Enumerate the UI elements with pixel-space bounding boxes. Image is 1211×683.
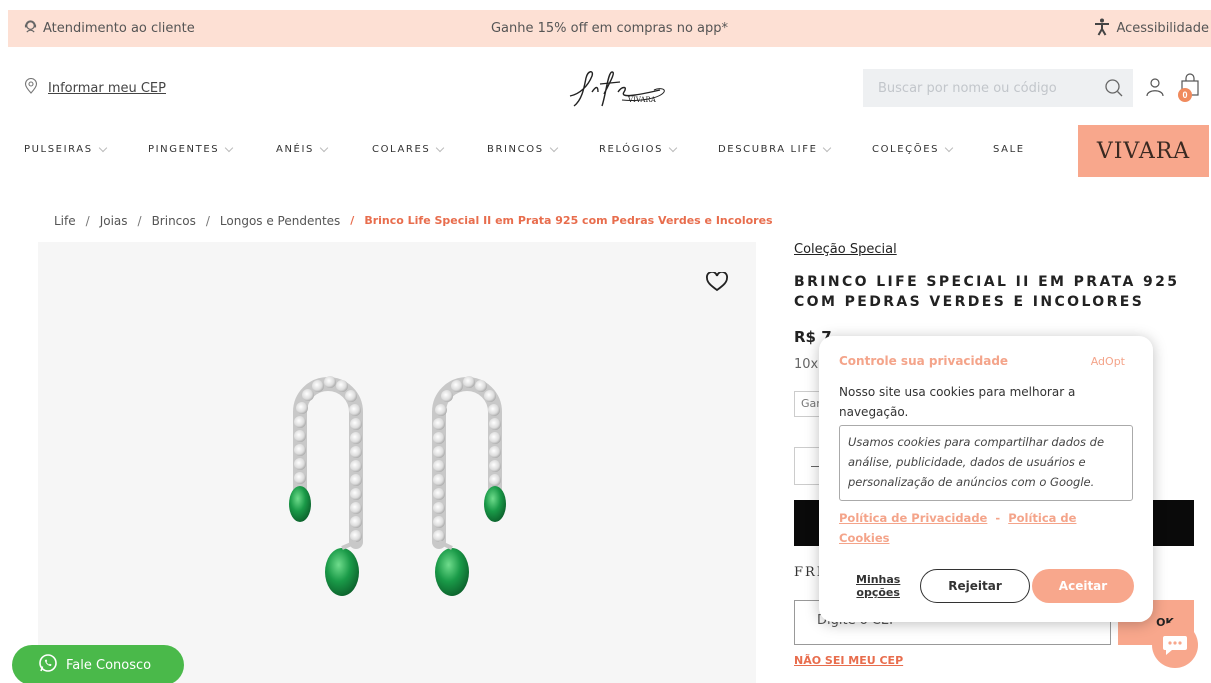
location-pin-icon <box>24 78 38 98</box>
user-icon[interactable] <box>1145 77 1165 102</box>
heart-icon[interactable] <box>706 271 728 297</box>
nav-item-colecoes[interactable]: COLEÇÕES <box>872 143 954 155</box>
nav-item-pingentes[interactable]: PINGENTES <box>148 143 234 155</box>
accept-button[interactable]: Aceitar <box>1032 569 1134 603</box>
top-bar: Atendimento ao cliente Ganhe 15% off em … <box>8 10 1211 47</box>
nav-item-label: SALE <box>993 144 1025 155</box>
accessibility-link[interactable]: Acessibilidade <box>1094 18 1209 40</box>
breadcrumb-item-brincos[interactable]: Brincos <box>152 214 196 228</box>
breadcrumb-separator: / <box>137 214 142 228</box>
link-spacer <box>1000 511 1004 525</box>
cart-count-badge: 0 <box>1178 88 1192 102</box>
my-options-label-2: opções <box>856 586 900 599</box>
breadcrumb-separator: / <box>85 214 90 228</box>
adopt-brand[interactable]: AdOpt <box>1091 355 1125 368</box>
privacy-modal-title: Controle sua privacidade <box>839 354 1009 368</box>
nav-item-label: COLARES <box>372 144 431 155</box>
nav-item-label: COLEÇÕES <box>872 144 940 155</box>
nav-item-label: ANÉIS <box>276 144 314 155</box>
chat-icon[interactable] <box>1152 622 1198 668</box>
nav-item-label: BRINCOS <box>487 144 544 155</box>
nav-item-label: RELÓGIOS <box>599 144 664 155</box>
vivara-brand-button[interactable]: VIVARA <box>1078 125 1209 177</box>
promo-text[interactable]: Ganhe 15% off em compras no app* <box>491 21 728 36</box>
nav-item-pulseiras[interactable]: PULSEIRAS <box>24 143 107 155</box>
search-icon[interactable] <box>1095 78 1133 98</box>
nav-item-label: PINGENTES <box>148 144 220 155</box>
customer-support-label: Atendimento ao cliente <box>43 21 195 36</box>
breadcrumb: Life / Joias / Brincos / Longos e Penden… <box>54 214 773 228</box>
chevron-down-icon <box>823 143 832 152</box>
life-vivara-logo[interactable]: VIVARA <box>560 64 670 110</box>
support-agent-icon <box>24 20 37 37</box>
privacy-modal-details: Usamos cookies para compartilhar dados d… <box>839 425 1133 501</box>
left-earring <box>289 376 363 596</box>
search-bar[interactable]: Buscar por nome ou código <box>863 69 1133 107</box>
breadcrumb-item-life[interactable]: Life <box>54 214 76 228</box>
breadcrumb-item-longos[interactable]: Longos e Pendentes <box>220 214 340 228</box>
whatsapp-icon <box>38 653 58 677</box>
installments-text: 10x <box>794 357 819 372</box>
nav-item-relogios[interactable]: RELÓGIOS <box>599 143 678 155</box>
chevron-down-icon <box>549 143 558 152</box>
chevron-down-icon <box>98 143 107 152</box>
earrings-illustration <box>289 376 506 596</box>
nav-item-label: DESCUBRA LIFE <box>718 144 818 155</box>
inform-cep-link[interactable]: Informar meu CEP <box>24 78 166 98</box>
nav-item-colares[interactable]: COLARES <box>372 143 445 155</box>
nav-item-sale[interactable]: SALE <box>993 144 1025 155</box>
customer-support-link[interactable]: Atendimento ao cliente <box>24 20 195 37</box>
accessibility-label: Acessibilidade <box>1116 21 1209 36</box>
privacy-links: Política de Privacidade - Política de Co… <box>839 508 1129 548</box>
right-earring <box>432 376 506 596</box>
fale-conosco-label: Fale Conosco <box>66 657 152 673</box>
chevron-down-icon <box>224 143 234 152</box>
fale-conosco-button[interactable]: Fale Conosco <box>12 645 184 683</box>
nav-item-descubra-life[interactable]: DESCUBRA LIFE <box>718 143 832 155</box>
nav-item-brincos[interactable]: BRINCOS <box>487 143 558 155</box>
inform-cep-label: Informar meu CEP <box>48 80 166 96</box>
main-nav: PULSEIRAS PINGENTES ANÉIS COLARES BRINCO… <box>0 124 1211 178</box>
no-cep-link[interactable]: NÃO SEI MEU CEP <box>794 654 903 667</box>
privacy-modal: Controle sua privacidade AdOpt Nosso sit… <box>819 336 1153 622</box>
breadcrumb-separator: / <box>205 214 210 228</box>
chevron-down-icon <box>319 143 329 152</box>
my-options-label-1: Minhas <box>856 573 901 586</box>
breadcrumb-separator: / <box>350 214 355 227</box>
vivara-brand-label: VIVARA <box>1096 138 1191 164</box>
nav-item-label: PULSEIRAS <box>24 144 93 155</box>
product-image[interactable] <box>38 242 756 683</box>
search-input[interactable]: Buscar por nome ou código <box>878 81 1095 96</box>
collection-link[interactable]: Coleção Special <box>794 242 897 257</box>
privacy-policy-link[interactable]: Política de Privacidade <box>839 511 987 525</box>
privacy-modal-text: Nosso site usa cookies para melhorar a n… <box>839 385 1076 419</box>
reject-button[interactable]: Rejeitar <box>920 569 1030 603</box>
logo-sub-text: VIVARA <box>627 96 657 104</box>
my-options-button[interactable]: Minhas opções <box>856 573 900 599</box>
accessibility-icon <box>1094 18 1110 40</box>
breadcrumb-current: Brinco Life Special II em Prata 925 com … <box>364 214 773 227</box>
chevron-down-icon <box>944 143 954 152</box>
chevron-down-icon <box>436 143 445 152</box>
product-title: BRINCO LIFE SPECIAL II EM PRATA 925 COM … <box>794 274 1180 310</box>
chevron-down-icon <box>668 143 678 152</box>
nav-item-aneis[interactable]: ANÉIS <box>276 143 329 155</box>
breadcrumb-item-joias[interactable]: Joias <box>100 214 128 228</box>
header: Informar meu CEP VIVARA Buscar por nome … <box>0 60 1211 116</box>
page: Atendimento ao cliente Ganhe 15% off em … <box>0 0 1211 683</box>
